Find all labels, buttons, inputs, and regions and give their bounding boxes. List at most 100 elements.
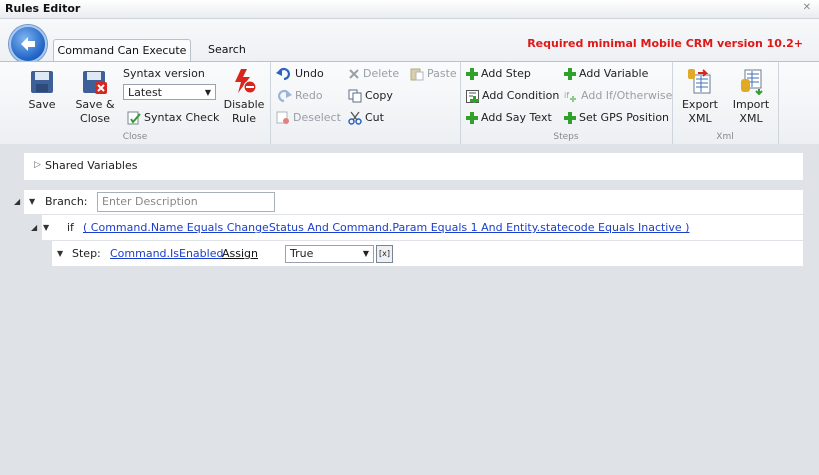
syntax-version-select[interactable]: Latest ▼ xyxy=(123,84,216,100)
collapse-branch-icon[interactable]: ▼ xyxy=(29,197,35,206)
disable-rule-icon xyxy=(235,69,257,94)
branch-label: Branch: xyxy=(45,195,88,208)
add-step-label: Add Step xyxy=(481,67,531,80)
add-variable-button[interactable]: Add Variable xyxy=(564,66,648,82)
tab-search[interactable]: Search xyxy=(208,39,246,61)
add-variable-label: Add Variable xyxy=(579,67,649,80)
copy-icon xyxy=(348,89,362,103)
step-value: True xyxy=(290,247,314,260)
step-target-link[interactable]: Command.IsEnabled xyxy=(110,247,223,260)
rule-editor-area: ▷ Shared Variables ◢ ▼ Branch: Enter Des… xyxy=(0,144,819,475)
disable-rule-label-1: Disable xyxy=(223,98,265,111)
svg-text:if: if xyxy=(564,91,569,100)
paste-label: Paste xyxy=(427,67,457,80)
redo-icon xyxy=(278,89,292,103)
save-label: Save xyxy=(28,98,56,111)
paste-icon xyxy=(410,68,424,81)
copy-button[interactable]: Copy xyxy=(348,88,393,104)
step-label: Step: xyxy=(72,247,101,260)
syntax-check-label: Syntax Check xyxy=(144,111,220,124)
edit-group: Undo Redo Deselect Delete Copy Cut Paste xyxy=(270,62,461,144)
chevron-down-icon: ▼ xyxy=(204,88,211,97)
undo-button[interactable]: Undo xyxy=(276,66,324,82)
plus-icon xyxy=(466,68,478,80)
save-close-button[interactable]: Save & Close xyxy=(73,69,117,126)
add-if-otherwise-label: Add If/Otherwise xyxy=(581,89,673,102)
close-group: Save Save & Close Syntax version Latest … xyxy=(0,62,271,144)
save-close-label-2: Close xyxy=(80,112,110,125)
plus-icon xyxy=(466,112,478,124)
import-xml-label-2: XML xyxy=(739,112,763,125)
add-if-otherwise-button[interactable]: if Add If/Otherwise xyxy=(564,88,672,104)
steps-group-label: Steps xyxy=(553,132,579,142)
disable-rule-label-2: Rule xyxy=(232,112,256,125)
expand-arrow-icon[interactable]: ▷ xyxy=(34,160,41,170)
save-close-icon xyxy=(83,71,107,94)
save-button[interactable]: Save xyxy=(22,69,62,112)
delete-label: Delete xyxy=(363,67,400,80)
version-requirement-message: Required minimal Mobile CRM version 10.2… xyxy=(527,37,803,50)
disable-rule-button[interactable]: Disable Rule xyxy=(222,67,266,126)
back-arrow-icon xyxy=(21,37,35,51)
import-xml-icon xyxy=(741,69,763,95)
step-action-link[interactable]: Assign xyxy=(222,247,258,260)
shared-variables-panel[interactable]: ▷ Shared Variables xyxy=(24,153,803,180)
chevron-down-icon: ▼ xyxy=(362,249,369,258)
cut-label: Cut xyxy=(365,111,384,124)
plus-icon xyxy=(564,68,576,80)
deselect-label: Deselect xyxy=(293,111,341,124)
save-close-label-1: Save & xyxy=(75,98,115,111)
deselect-icon xyxy=(276,111,289,124)
delete-icon xyxy=(349,69,359,79)
branch-description-input[interactable]: Enter Description xyxy=(97,192,275,212)
export-xml-icon xyxy=(688,69,711,94)
collapse-if-icon[interactable]: ▼ xyxy=(43,223,49,232)
set-gps-position-button[interactable]: Set GPS Position xyxy=(564,110,669,126)
ribbon-toolbar: Save Save & Close Syntax version Latest … xyxy=(0,61,819,145)
title-bar: Rules Editor ✕ xyxy=(0,0,819,19)
import-xml-button[interactable]: Import XML xyxy=(729,67,773,126)
syntax-check-button[interactable]: Syntax Check xyxy=(127,110,219,126)
close-group-label: Close xyxy=(122,132,148,142)
import-xml-label-1: Import xyxy=(732,98,770,111)
add-step-button[interactable]: Add Step xyxy=(466,66,531,82)
paste-button[interactable]: Paste xyxy=(410,66,457,82)
add-if-icon: if xyxy=(564,91,576,102)
window-title: Rules Editor xyxy=(5,2,81,15)
tab-command-can-execute[interactable]: Command Can Execute xyxy=(53,39,191,62)
add-condition-icon xyxy=(466,89,479,103)
xml-group-label: Xml xyxy=(716,132,734,142)
if-outline-icon: ◢ xyxy=(31,223,38,232)
cut-button[interactable]: Cut xyxy=(348,110,384,126)
syntax-version-label: Syntax version xyxy=(123,67,205,80)
undo-label: Undo xyxy=(295,67,324,80)
export-xml-label-1: Export xyxy=(681,98,718,111)
close-icon[interactable]: ✕ xyxy=(803,2,811,13)
save-icon xyxy=(31,71,53,93)
export-xml-button[interactable]: Export XML xyxy=(678,67,722,126)
shared-variables-label: Shared Variables xyxy=(45,159,138,172)
set-gps-position-label: Set GPS Position xyxy=(579,111,670,124)
steps-group: Add Step Add Condition Add Say Text Add … xyxy=(460,62,673,144)
condition-link[interactable]: ( Command.Name Equals ChangeStatus And C… xyxy=(83,221,689,234)
if-label: if xyxy=(67,221,74,234)
redo-button[interactable]: Redo xyxy=(276,88,323,104)
back-button[interactable] xyxy=(9,25,47,63)
export-xml-label-2: XML xyxy=(688,112,712,125)
syntax-check-icon xyxy=(127,111,141,125)
redo-label: Redo xyxy=(295,89,323,102)
deselect-button[interactable]: Deselect xyxy=(276,110,341,126)
add-say-text-label: Add Say Text xyxy=(481,111,552,124)
collapse-step-icon[interactable]: ▼ xyxy=(57,249,63,258)
xml-group: Export XML Import XML Xml xyxy=(672,62,779,144)
add-condition-button[interactable]: Add Condition xyxy=(466,88,559,104)
step-value-select[interactable]: True ▼ xyxy=(285,245,374,263)
expression-button[interactable]: [x] xyxy=(376,245,393,263)
syntax-version-value: Latest xyxy=(128,86,162,99)
branch-outline-icon: ◢ xyxy=(14,197,21,206)
delete-button[interactable]: Delete xyxy=(348,66,399,82)
add-condition-label: Add Condition xyxy=(482,89,560,102)
copy-label: Copy xyxy=(365,89,393,102)
undo-icon xyxy=(276,67,290,81)
add-say-text-button[interactable]: Add Say Text xyxy=(466,110,552,126)
